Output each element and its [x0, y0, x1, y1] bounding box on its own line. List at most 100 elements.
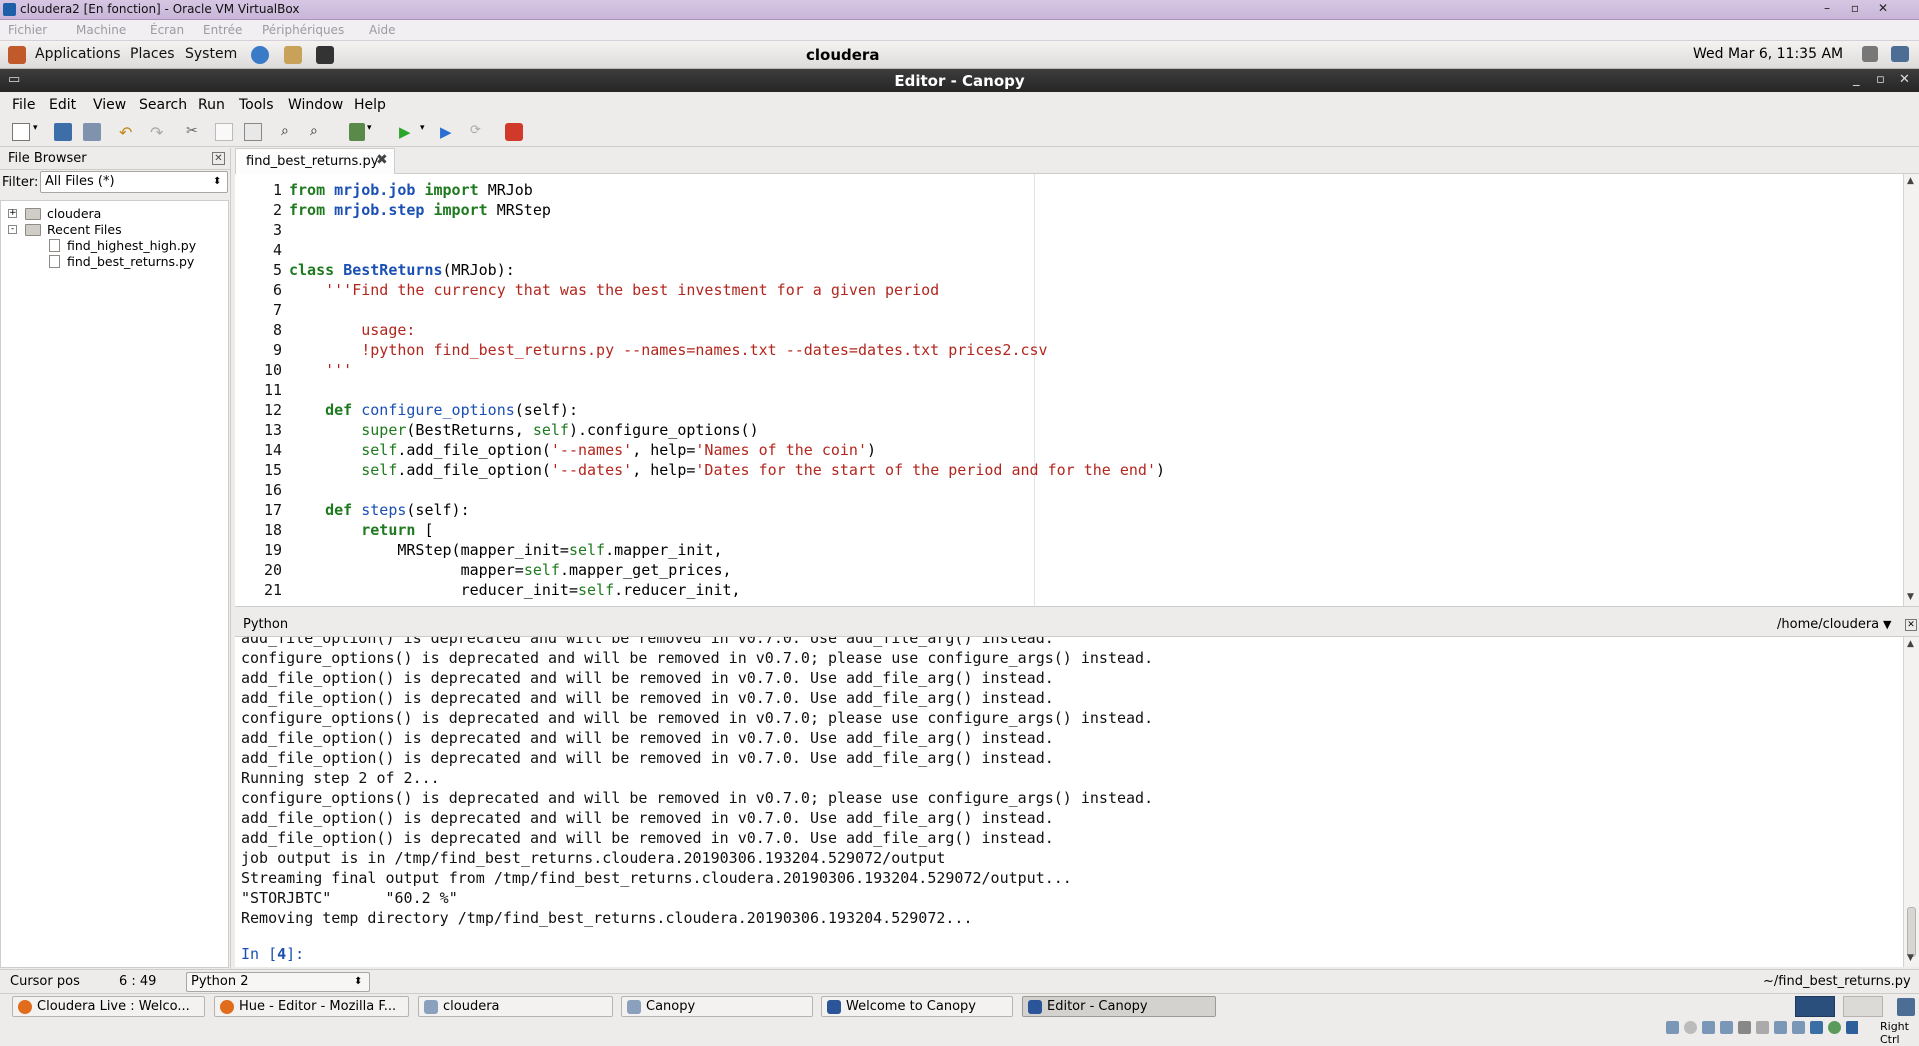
minimize-icon[interactable]: _: [1853, 72, 1860, 87]
scrollbar-thumb[interactable]: [1907, 907, 1916, 957]
code-line: def configure_options(self):: [289, 401, 578, 419]
menu-system[interactable]: System: [185, 46, 237, 62]
show-desktop-icon[interactable]: [1897, 998, 1915, 1016]
task-canopy-folder[interactable]: Canopy: [621, 996, 813, 1017]
browser-launcher-icon[interactable]: [251, 46, 269, 64]
chevron-down-icon[interactable]: ▾: [420, 123, 430, 141]
workspace-2[interactable]: [1843, 996, 1883, 1017]
scroll-up-icon[interactable]: ▲: [1907, 176, 1914, 186]
menu-search[interactable]: Search: [139, 97, 187, 113]
interpreter-select[interactable]: Python 2 ⬍: [186, 972, 370, 992]
pane-splitter[interactable]: [235, 606, 1919, 614]
expand-icon[interactable]: +: [8, 209, 17, 218]
find-icon[interactable]: ⌕: [281, 123, 299, 141]
shared-folders-icon[interactable]: [1738, 1021, 1751, 1034]
chevron-down-icon[interactable]: ▼: [1883, 618, 1891, 631]
task-cloudera-live[interactable]: Cloudera Live : Welco...: [12, 996, 205, 1017]
menu-file[interactable]: File: [12, 97, 35, 113]
scroll-down-icon[interactable]: ▼: [1907, 592, 1914, 602]
package-manager-icon[interactable]: [505, 123, 523, 141]
tab-find-best-returns[interactable]: find_best_returns.py ✖: [235, 148, 395, 174]
mail-launcher-icon[interactable]: [284, 46, 302, 64]
task-cloudera-folder[interactable]: cloudera: [418, 996, 613, 1017]
interpreter-value: Python 2: [191, 974, 249, 989]
working-directory[interactable]: /home/cloudera: [1777, 617, 1879, 632]
scroll-down-icon[interactable]: ▼: [1907, 953, 1914, 963]
chevron-down-icon[interactable]: ▾: [367, 123, 377, 141]
editor-scrollbar[interactable]: ▲ ▼: [1903, 174, 1919, 606]
tree-item-recent-files[interactable]: - Recent Files: [1, 222, 229, 238]
optical-drive-icon[interactable]: [1684, 1021, 1697, 1034]
vbox-menu-entree[interactable]: Entrée: [203, 23, 242, 37]
tree-item-label: Recent Files: [47, 222, 122, 237]
console-prompt[interactable]: In [4]:: [241, 945, 304, 963]
task-hue-editor[interactable]: Hue - Editor - Mozilla F...: [214, 996, 409, 1017]
menu-edit[interactable]: Edit: [49, 97, 76, 113]
save-all-icon[interactable]: [83, 123, 101, 141]
vbox-menu-ecran[interactable]: Écran: [150, 23, 184, 37]
new-file-icon[interactable]: [12, 123, 30, 141]
code-token: mrjob.step: [334, 201, 434, 219]
tree-item-find-highest-high[interactable]: find_highest_high.py: [1, 238, 229, 254]
chevron-down-icon[interactable]: ▾: [33, 123, 43, 141]
menu-run[interactable]: Run: [198, 97, 225, 113]
menu-tools[interactable]: Tools: [239, 97, 274, 113]
network-adapter-icon[interactable]: [1792, 1021, 1805, 1034]
menu-view[interactable]: View: [93, 97, 126, 113]
menu-applications[interactable]: Applications: [35, 46, 121, 62]
scroll-up-icon[interactable]: ▲: [1907, 639, 1914, 649]
close-tab-icon[interactable]: ✖: [376, 152, 388, 168]
panel-clock[interactable]: Wed Mar 6, 11:35 AM: [1693, 46, 1843, 62]
cpu-icon[interactable]: [1810, 1021, 1823, 1034]
maximize-icon[interactable]: ▫: [1845, 1, 1865, 18]
cut-icon[interactable]: ✂: [186, 123, 204, 141]
close-panel-icon[interactable]: ✕: [1905, 619, 1917, 631]
vbox-menu-fichier[interactable]: Fichier: [8, 23, 47, 37]
network-icon[interactable]: [1891, 46, 1909, 62]
find-replace-icon[interactable]: ⌕: [310, 123, 328, 141]
menubar: File Edit View Search Run Tools Window H…: [0, 92, 1919, 116]
redo-icon[interactable]: ↷: [150, 123, 168, 142]
menu-window[interactable]: Window: [288, 97, 343, 113]
python-console[interactable]: add_file_option() is deprecated and will…: [235, 637, 1903, 967]
line-number: 5: [272, 261, 282, 279]
undo-icon[interactable]: ↶: [119, 123, 137, 142]
terminal-launcher-icon[interactable]: [316, 46, 334, 64]
console-scrollbar[interactable]: ▲ ▼: [1903, 637, 1919, 967]
close-icon[interactable]: ✕: [1899, 72, 1910, 87]
tree-item-find-best-returns[interactable]: find_best_returns.py: [1, 254, 229, 270]
save-icon[interactable]: [54, 123, 72, 141]
code-editor[interactable]: 1 2 3 4 5 6 7 8 9 10 11 12 13 14 15 16 1…: [235, 174, 1903, 606]
collapse-icon[interactable]: -: [8, 225, 17, 234]
filter-select[interactable]: All Files (*) ⬍: [40, 171, 228, 193]
menu-help[interactable]: Help: [354, 97, 386, 113]
task-editor-canopy[interactable]: Editor - Canopy: [1022, 996, 1216, 1017]
video-capture-icon[interactable]: [1774, 1021, 1787, 1034]
maximize-icon[interactable]: ▫: [1876, 72, 1885, 87]
vbox-menu-aide[interactable]: Aide: [369, 23, 396, 37]
workspace-1[interactable]: [1795, 996, 1835, 1017]
usb-icon[interactable]: [1720, 1021, 1733, 1034]
minimize-icon[interactable]: –: [1817, 1, 1837, 18]
vbox-menu-machine[interactable]: Machine: [76, 23, 126, 37]
menu-places[interactable]: Places: [130, 46, 175, 62]
restart-kernel-icon[interactable]: ⟳: [470, 123, 488, 141]
code-token: self: [523, 561, 560, 579]
console-line: job output is in /tmp/find_best_returns.…: [241, 849, 946, 867]
close-panel-icon[interactable]: ✕: [212, 152, 225, 165]
paste-icon[interactable]: [244, 123, 262, 141]
code-token: MRStep(mapper_init=: [289, 541, 569, 559]
indent-icon[interactable]: [349, 123, 365, 141]
run-icon[interactable]: ▶: [399, 123, 417, 141]
display-icon[interactable]: [1756, 1021, 1769, 1034]
vbox-menu-peripheriques[interactable]: Périphériques: [262, 23, 344, 37]
mouse-integration-icon[interactable]: [1828, 1021, 1841, 1034]
copy-icon[interactable]: [215, 123, 233, 141]
task-welcome-canopy[interactable]: Welcome to Canopy: [821, 996, 1013, 1017]
audio-icon[interactable]: [1702, 1021, 1715, 1034]
debug-run-icon[interactable]: ▶: [440, 123, 458, 141]
tree-item-cloudera[interactable]: + cloudera: [1, 206, 229, 222]
hdd-icon[interactable]: [1666, 1021, 1679, 1034]
volume-icon[interactable]: [1862, 46, 1878, 62]
close-icon[interactable]: ✕: [1873, 1, 1893, 18]
